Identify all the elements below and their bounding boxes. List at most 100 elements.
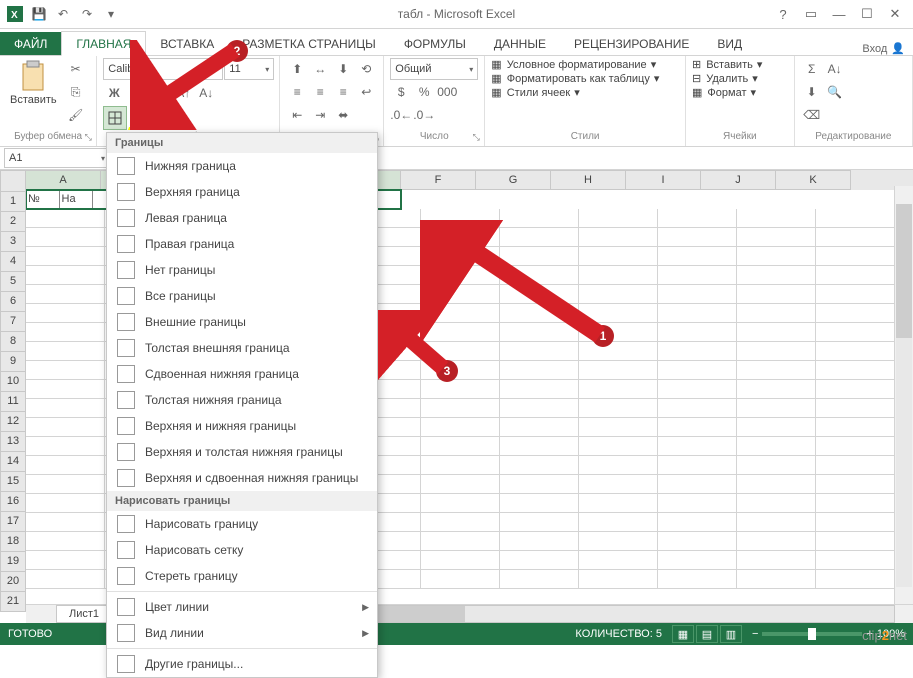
row-header[interactable]: 6	[0, 292, 26, 312]
border-menu-item[interactable]: Цвет линии▶	[107, 594, 377, 620]
cell[interactable]	[579, 342, 658, 361]
undo-icon[interactable]: ↶	[54, 5, 72, 23]
orientation-icon[interactable]: ⟲	[355, 58, 377, 80]
cell[interactable]	[816, 285, 895, 304]
border-menu-item[interactable]: Левая граница	[107, 205, 377, 231]
cell[interactable]	[579, 456, 658, 475]
save-icon[interactable]: 💾	[30, 5, 48, 23]
cell[interactable]	[658, 551, 737, 570]
clipboard-launcher-icon[interactable]: ⤡	[82, 132, 94, 144]
cell[interactable]	[421, 494, 500, 513]
border-menu-item[interactable]: Толстая внешняя граница	[107, 335, 377, 361]
cell[interactable]	[579, 437, 658, 456]
cell[interactable]	[658, 209, 737, 228]
cell[interactable]	[26, 247, 105, 266]
cell[interactable]	[421, 380, 500, 399]
align-middle-icon[interactable]: ↔	[309, 58, 331, 80]
sign-in[interactable]: Вход👤	[862, 42, 913, 55]
tab-page-layout[interactable]: РАЗМЕТКА СТРАНИЦЫ	[228, 32, 390, 55]
row-header[interactable]: 5	[0, 272, 26, 292]
cell[interactable]	[26, 342, 105, 361]
cell[interactable]	[737, 513, 816, 532]
tab-data[interactable]: ДАННЫЕ	[480, 32, 560, 55]
column-header[interactable]: F	[401, 170, 476, 190]
qat-customize-icon[interactable]: ▾	[102, 5, 120, 23]
cell[interactable]	[579, 304, 658, 323]
cell[interactable]	[737, 361, 816, 380]
row-header[interactable]: 16	[0, 492, 26, 512]
format-painter-icon[interactable]: 🖌	[65, 104, 87, 126]
cell[interactable]	[500, 380, 579, 399]
maximize-icon[interactable]: ☐	[855, 3, 879, 25]
cell[interactable]	[658, 285, 737, 304]
column-header[interactable]: I	[626, 170, 701, 190]
cell[interactable]	[500, 437, 579, 456]
cell[interactable]	[421, 247, 500, 266]
cell[interactable]	[579, 247, 658, 266]
border-menu-item[interactable]: Верхняя граница	[107, 179, 377, 205]
merge-cells-icon[interactable]: ⬌	[332, 104, 354, 126]
cell[interactable]	[421, 285, 500, 304]
format-as-table-button[interactable]: ▦ Форматировать как таблицу ▾	[491, 72, 659, 85]
cell[interactable]	[500, 494, 579, 513]
cell[interactable]	[816, 209, 895, 228]
border-menu-item[interactable]: Сдвоенная нижняя граница	[107, 361, 377, 387]
row-header[interactable]: 10	[0, 372, 26, 392]
row-header[interactable]: 2	[0, 212, 26, 232]
border-menu-item[interactable]: Нет границы	[107, 257, 377, 283]
cell[interactable]	[26, 475, 105, 494]
cell[interactable]	[421, 418, 500, 437]
row-header[interactable]: 17	[0, 512, 26, 532]
border-menu-item[interactable]: Нижняя граница	[107, 153, 377, 179]
minimize-icon[interactable]: —	[827, 3, 851, 25]
zoom-out-icon[interactable]: −	[752, 628, 758, 640]
wrap-text-icon[interactable]: ↩	[355, 81, 377, 103]
tab-formulas[interactable]: ФОРМУЛЫ	[390, 32, 480, 55]
cell[interactable]	[579, 209, 658, 228]
column-header[interactable]: J	[701, 170, 776, 190]
font-name-combo[interactable]: Calibri▾	[103, 58, 223, 80]
cell[interactable]	[658, 228, 737, 247]
border-menu-item[interactable]: Внешние границы	[107, 309, 377, 335]
cell[interactable]: №	[26, 190, 60, 209]
cell[interactable]	[816, 247, 895, 266]
select-all-corner[interactable]	[0, 170, 26, 192]
cell[interactable]	[500, 361, 579, 380]
tab-view[interactable]: ВИД	[703, 32, 756, 55]
cell[interactable]	[658, 513, 737, 532]
border-menu-item[interactable]: Нарисовать сетку	[107, 537, 377, 563]
column-header[interactable]: A	[26, 170, 101, 190]
cell-styles-button[interactable]: ▦ Стили ячеек ▾	[491, 86, 580, 99]
borders-button[interactable]	[103, 106, 127, 130]
cell[interactable]	[737, 342, 816, 361]
cell[interactable]	[658, 494, 737, 513]
cell[interactable]	[500, 532, 579, 551]
cell[interactable]	[579, 570, 658, 589]
cell[interactable]	[737, 304, 816, 323]
sort-filter-icon[interactable]: A↓	[824, 58, 846, 80]
cell[interactable]	[816, 361, 895, 380]
row-header[interactable]: 20	[0, 572, 26, 592]
border-menu-item[interactable]: Нарисовать границу	[107, 511, 377, 537]
cell[interactable]	[737, 247, 816, 266]
number-launcher-icon[interactable]: ⤡	[470, 132, 482, 144]
cell[interactable]	[816, 437, 895, 456]
cell[interactable]	[421, 551, 500, 570]
cell[interactable]	[737, 209, 816, 228]
cell[interactable]	[816, 380, 895, 399]
cell[interactable]	[658, 475, 737, 494]
cell[interactable]	[26, 266, 105, 285]
cell[interactable]	[737, 380, 816, 399]
cell[interactable]	[658, 247, 737, 266]
row-header[interactable]: 9	[0, 352, 26, 372]
cell[interactable]	[26, 513, 105, 532]
cell[interactable]	[658, 399, 737, 418]
cell[interactable]: На	[60, 190, 94, 209]
bold-button[interactable]: Ж	[103, 82, 125, 104]
cell[interactable]	[421, 266, 500, 285]
cell[interactable]	[421, 475, 500, 494]
cell[interactable]	[26, 532, 105, 551]
border-menu-item[interactable]: Верхняя и сдвоенная нижняя границы	[107, 465, 377, 491]
align-right-icon[interactable]: ≡	[332, 81, 354, 103]
cell[interactable]	[658, 418, 737, 437]
